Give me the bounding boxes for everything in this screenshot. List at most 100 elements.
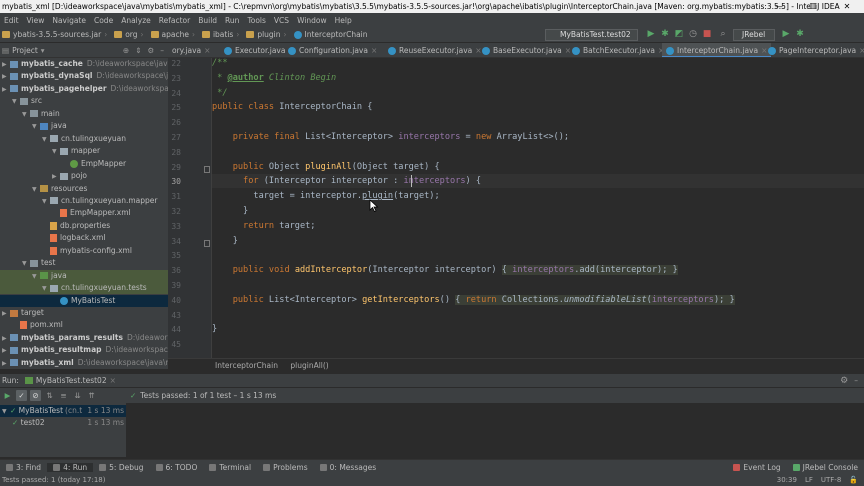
collapse-icon[interactable]: ⇕ [135, 46, 141, 55]
code-line[interactable]: } [212, 322, 864, 336]
project-tree-item[interactable]: ▼ mapper [0, 145, 168, 157]
project-tree-item[interactable]: ▶ mybatis_resultmapD:\ideaworkspace\java\… [0, 344, 168, 356]
caret-position[interactable]: 30:39 [777, 475, 797, 486]
breadcrumb-class[interactable]: InterceptorChain [215, 361, 278, 370]
test-result-item[interactable]: ✓ test02 1 s 13 ms [0, 417, 126, 429]
line-separator[interactable]: LF [805, 475, 813, 486]
project-tree-item[interactable]: ▶ mybatis_dynaSqlD:\ideaworkspace\java\my… [0, 70, 168, 82]
locate-icon[interactable]: ⊕ [123, 46, 129, 55]
project-tree-item[interactable]: mybatis-config.xml [0, 245, 168, 257]
code-line[interactable] [212, 308, 864, 322]
menu-window[interactable]: Window [293, 16, 331, 25]
search-icon[interactable]: ⌕ [718, 29, 728, 40]
project-tree-item[interactable]: ▼ cn.tulingxueyuan.tests [0, 282, 168, 295]
project-tree-item[interactable]: logback.xml [0, 232, 168, 244]
project-tree-item[interactable]: ▼ java [0, 120, 168, 132]
code-line[interactable]: public List<Interceptor> getInterceptors… [212, 293, 864, 307]
tool-window-button[interactable]: 4: Run [47, 463, 94, 472]
project-tree-item[interactable]: db.properties [0, 220, 168, 232]
project-tree-item[interactable]: ▶ mybatis_pagehelperD:\ideaworkspace\java… [0, 83, 168, 95]
maximize-icon[interactable]: ☐ [796, 0, 830, 13]
expand-arrow-icon[interactable]: ▼ [32, 121, 40, 132]
expand-arrow-icon[interactable]: ▼ [2, 406, 10, 417]
close-tab-icon[interactable]: × [371, 46, 377, 55]
expand-arrow-icon[interactable]: ▼ [42, 196, 50, 207]
rerun-icon[interactable]: ▶ [2, 390, 13, 401]
coverage-icon[interactable]: ◩ [674, 29, 684, 40]
collapse-arrow-icon[interactable]: ▶ [2, 333, 10, 344]
code-line[interactable] [212, 145, 864, 159]
expand-arrow-icon[interactable]: ▼ [52, 146, 60, 157]
menu-tools[interactable]: Tools [243, 16, 269, 25]
close-tab-icon[interactable]: × [110, 376, 116, 385]
project-panel-title[interactable]: Project [12, 46, 38, 55]
collapse-arrow-icon[interactable]: ▶ [2, 345, 10, 356]
project-tree-item[interactable]: ▼ cn.tulingxueyuan.mapper [0, 195, 168, 207]
project-tree-item[interactable]: ▶ mybatis_xmlD:\ideaworkspace\java\mybati… [0, 357, 168, 369]
expand-arrow-icon[interactable]: ▼ [42, 134, 50, 145]
collapse-arrow-icon[interactable]: ▶ [2, 59, 10, 70]
collapse-arrow-icon[interactable]: ▶ [2, 84, 10, 95]
code-line[interactable]: /** [212, 58, 864, 70]
profile-icon[interactable]: ◷ [688, 29, 698, 40]
status-message[interactable]: Tests passed: 1 (today 17:18) [2, 475, 105, 486]
show-ignored-icon[interactable]: ⊘ [30, 390, 41, 401]
collapse-all-icon[interactable]: ⇈ [86, 390, 97, 401]
run-icon[interactable]: ▶ [646, 29, 656, 40]
menu-code[interactable]: Code [90, 16, 117, 25]
breadcrumb-item[interactable]: apache › [149, 30, 200, 39]
expand-arrow-icon[interactable]: ▼ [32, 184, 40, 195]
jrebel-run-icon[interactable]: ▶ [781, 29, 791, 40]
hide-icon[interactable]: – [160, 46, 164, 55]
tool-window-button[interactable]: 0: Messages [314, 463, 382, 472]
editor-tab[interactable]: BatchExecutor.java× [568, 43, 668, 57]
menu-help[interactable]: Help [331, 16, 356, 25]
menu-view[interactable]: View [23, 16, 49, 25]
project-tree-item[interactable]: ▶ mybatis_params_resultsD:\ideaworkspace\ [0, 332, 168, 344]
project-tree-item[interactable]: ▼ test [0, 257, 168, 269]
project-tree-item[interactable]: ▼ src [0, 95, 168, 107]
gear-icon[interactable]: ⚙ [840, 376, 854, 386]
project-tree-item[interactable]: ▼ java [0, 269, 168, 282]
sort-duration-icon[interactable]: ≡ [58, 390, 69, 401]
project-tree-item[interactable]: ▶ mybatis_cacheD:\ideaworkspace\java\myba… [0, 58, 168, 70]
breadcrumb-item[interactable]: ibatis › [200, 30, 244, 39]
code-line[interactable] [212, 248, 864, 262]
project-tree-item[interactable]: pom.xml [0, 319, 168, 331]
code-line[interactable]: return target; [212, 219, 864, 233]
tool-window-button[interactable]: Event Log [727, 463, 786, 472]
menu-vcs[interactable]: VCS [270, 16, 293, 25]
code-line[interactable] [212, 115, 864, 129]
collapse-arrow-icon[interactable]: ▶ [2, 358, 10, 369]
menu-refactor[interactable]: Refactor [155, 16, 194, 25]
jrebel-debug-icon[interactable]: ✱ [795, 29, 805, 40]
project-tree-item[interactable]: ▼ cn.tulingxueyuan [0, 133, 168, 145]
editor-tab[interactable]: ReuseExecutor.java × [384, 43, 486, 57]
project-tree-item[interactable]: ▶ target [0, 307, 168, 319]
close-tab-icon[interactable]: × [859, 46, 864, 55]
lock-icon[interactable]: 🔓 [849, 475, 858, 486]
breadcrumb-item[interactable]: InterceptorChain [292, 30, 370, 39]
run-console[interactable] [126, 403, 864, 457]
code-line[interactable]: for (Interceptor interceptor : intercept… [212, 174, 864, 189]
code-line[interactable]: } [212, 204, 864, 218]
debug-icon[interactable]: ✱ [660, 29, 670, 40]
fold-marker-icon[interactable] [204, 165, 210, 173]
tool-window-button[interactable]: 6: TODO [150, 463, 204, 472]
breadcrumb-item[interactable]: plugin › [244, 30, 291, 39]
project-tree-item[interactable]: ▼ resources [0, 183, 168, 195]
menu-edit[interactable]: Edit [0, 16, 23, 25]
code-line[interactable]: public void addInterceptor(Interceptor i… [212, 263, 864, 277]
fold-marker-icon[interactable] [204, 239, 210, 247]
run-config-tab[interactable]: MyBatisTest.test02 × [24, 376, 116, 385]
tool-window-button[interactable]: Terminal [203, 463, 257, 472]
menu-build[interactable]: Build [194, 16, 221, 25]
code-line[interactable]: target = interceptor.plugin(target); [212, 189, 864, 203]
tool-window-button[interactable]: Problems [257, 463, 314, 472]
project-tree-item[interactable]: ▶ pojo [0, 170, 168, 182]
project-tree-item[interactable]: EmpMapper.xml [0, 207, 168, 219]
expand-arrow-icon[interactable]: ▼ [22, 258, 30, 269]
hide-panel-icon[interactable]: – [854, 376, 864, 385]
editor-tab[interactable]: PageInterceptor.java× [764, 43, 864, 57]
code-line[interactable]: * @author Clinton Begin [212, 71, 864, 85]
